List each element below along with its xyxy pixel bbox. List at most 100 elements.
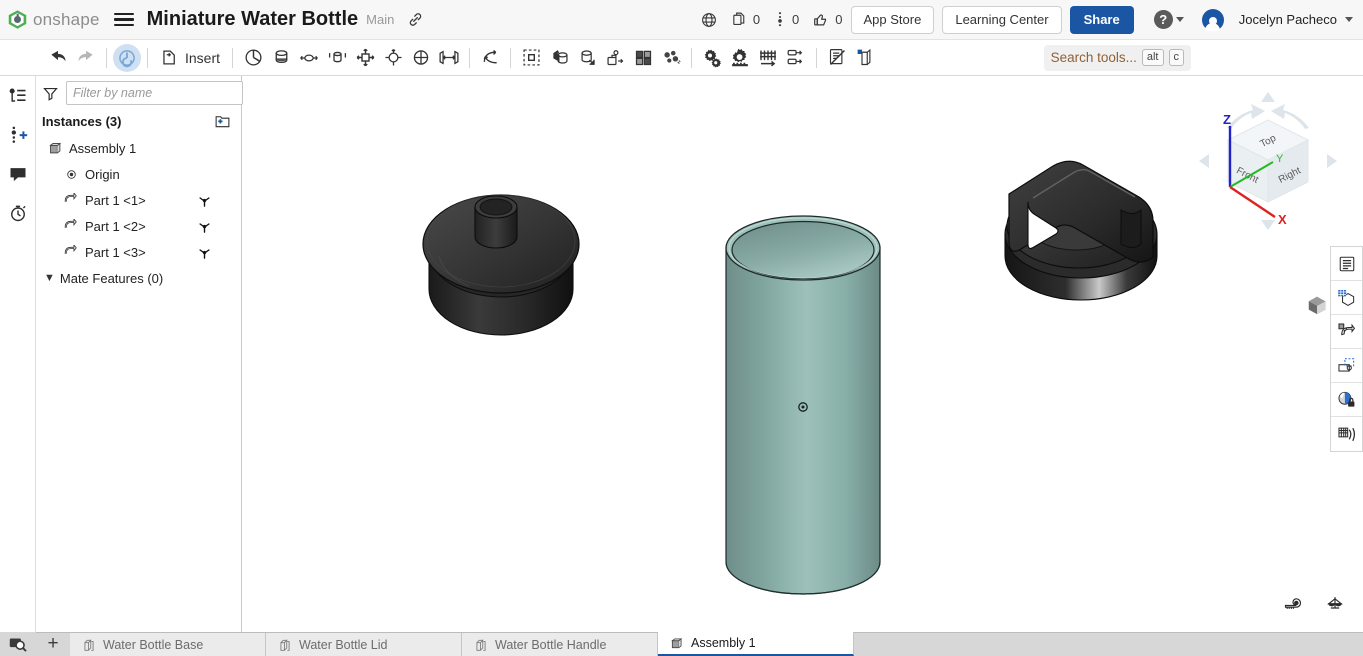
tab-label: Assembly 1 (691, 636, 756, 650)
search-tools-input[interactable]: Search tools... alt c (1044, 45, 1191, 71)
link-icon[interactable] (407, 11, 424, 28)
search-input[interactable] (66, 81, 243, 105)
part-studio-icon (474, 638, 488, 652)
part-studio-icon (278, 638, 292, 652)
tab-water-bottle-handle[interactable]: Water Bottle Handle (462, 633, 658, 656)
cylindrical-mate-icon[interactable] (267, 44, 295, 72)
user-name-label[interactable]: Jocelyn Pacheco (1239, 12, 1337, 27)
avatar[interactable] (1202, 9, 1224, 31)
likes-stat[interactable]: 0 (812, 11, 842, 29)
add-folder-icon[interactable] (214, 113, 231, 129)
left-rail (0, 76, 36, 632)
revolute-mate-icon[interactable] (239, 44, 267, 72)
tree-item-part-1-2[interactable]: Part 1 <2> (36, 213, 241, 239)
group-icon[interactable] (517, 44, 545, 72)
axis-z-label: Z (1223, 112, 1231, 127)
fastened-mate-icon[interactable] (351, 44, 379, 72)
explode-icon[interactable] (657, 44, 685, 72)
onshape-logo-icon[interactable] (6, 9, 28, 31)
assembly-feature-icon[interactable] (851, 44, 879, 72)
tree-item-part-1-1[interactable]: Part 1 <1> (36, 187, 241, 213)
versions-stat[interactable]: 0 (773, 11, 799, 28)
tab-water-bottle-base[interactable]: Water Bottle Base (70, 633, 266, 656)
replace-instance-icon[interactable] (601, 44, 629, 72)
viewport-bottom-tools (1283, 593, 1345, 618)
shortcut-c-key: c (1169, 49, 1185, 65)
part-studio-icon (82, 638, 96, 652)
tab-label: Water Bottle Base (103, 638, 203, 652)
pin-slot-mate-icon[interactable] (407, 44, 435, 72)
public-globe-icon[interactable] (700, 11, 718, 29)
configuration-icon[interactable] (1331, 349, 1362, 383)
add-tab-button[interactable]: + (36, 632, 70, 656)
zoom-selection-icon[interactable] (0, 632, 36, 656)
assembly-features-icon[interactable] (1331, 417, 1362, 451)
tree-item-label: Part 1 <1> (85, 193, 193, 208)
brand-name: onshape (33, 10, 100, 30)
mate-connector-marker-icon[interactable] (193, 219, 215, 234)
filter-icon[interactable] (42, 85, 59, 102)
tab-water-bottle-lid[interactable]: Water Bottle Lid (266, 633, 462, 656)
gear-mate-icon[interactable] (698, 44, 726, 72)
bill-of-materials-icon[interactable] (1331, 247, 1362, 281)
help-icon[interactable]: ? (1154, 10, 1173, 29)
planar-mate-icon[interactable] (323, 44, 351, 72)
measure-icon[interactable] (1283, 593, 1303, 618)
copies-count: 0 (753, 12, 760, 27)
page-title: Miniature Water Bottle (147, 8, 359, 31)
app-store-button[interactable]: App Store (851, 6, 935, 34)
branch-add-icon[interactable] (5, 122, 31, 148)
hamburger-icon[interactable] (114, 10, 134, 30)
mate-connector-marker-icon[interactable] (193, 245, 215, 260)
replicate-icon[interactable] (573, 44, 601, 72)
tree-item-assembly-1[interactable]: Assembly 1 (36, 135, 241, 161)
transform-icon[interactable] (782, 44, 810, 72)
tangent-mate-icon[interactable] (476, 44, 504, 72)
copies-stat[interactable]: 0 (731, 11, 760, 28)
parallel-mate-icon[interactable] (435, 44, 463, 72)
redo-icon[interactable] (72, 44, 100, 72)
assemble-icon[interactable] (113, 44, 141, 72)
instance-properties-icon[interactable] (1331, 315, 1362, 349)
tab-assembly-1[interactable]: Assembly 1 (658, 632, 854, 656)
part-icon (62, 219, 80, 233)
view-cube[interactable]: Top Front Right Z Y X (1193, 86, 1343, 236)
learning-center-button[interactable]: Learning Center (942, 6, 1061, 34)
assembly-toolbar: Insert (0, 40, 1363, 76)
appearance-lock-icon[interactable] (1331, 383, 1362, 417)
display-state-icon[interactable] (1331, 281, 1362, 315)
model-water-bottle-base (726, 216, 880, 594)
filter-row (36, 76, 241, 110)
viewport-right-rail (1330, 246, 1363, 452)
mate-connector-marker-icon[interactable] (193, 193, 215, 208)
pattern-icon[interactable] (629, 44, 657, 72)
tree-item-part-1-3[interactable]: Part 1 <3> (36, 239, 241, 265)
tree-item-origin[interactable]: Origin (36, 161, 241, 187)
ball-mate-icon[interactable] (379, 44, 407, 72)
likes-count: 0 (835, 12, 842, 27)
slider-mate-icon[interactable] (295, 44, 323, 72)
help-chevron-down-icon[interactable] (1176, 17, 1184, 22)
mass-properties-icon[interactable] (1325, 593, 1345, 618)
comment-icon[interactable] (5, 161, 31, 187)
mate-features-section[interactable]: ▼ Mate Features (0) (36, 265, 241, 291)
user-chevron-down-icon[interactable] (1345, 17, 1353, 22)
axis-y-label: Y (1276, 153, 1284, 165)
3d-viewport[interactable]: Top Front Right Z Y X (243, 76, 1363, 632)
shortcut-alt-key: alt (1142, 49, 1164, 65)
instances-tree: Assembly 1 Origin Part 1 <1> (36, 132, 241, 291)
axis-x-label: X (1278, 212, 1287, 227)
history-icon[interactable] (5, 200, 31, 226)
undo-icon[interactable] (44, 44, 72, 72)
assembly-tab-icon (670, 636, 684, 650)
insert-button[interactable]: Insert (154, 44, 226, 72)
instances-label: Instances (3) (42, 114, 121, 129)
hide-show-icon[interactable] (823, 44, 851, 72)
mate-connector-icon[interactable] (545, 44, 573, 72)
share-button[interactable]: Share (1070, 6, 1134, 34)
chevron-down-icon[interactable]: ▼ (44, 272, 55, 284)
mate-features-label: Mate Features (0) (60, 271, 163, 286)
feature-tree-icon[interactable] (5, 83, 31, 109)
rack-pinion-icon[interactable] (726, 44, 754, 72)
screw-mate-icon[interactable] (754, 44, 782, 72)
